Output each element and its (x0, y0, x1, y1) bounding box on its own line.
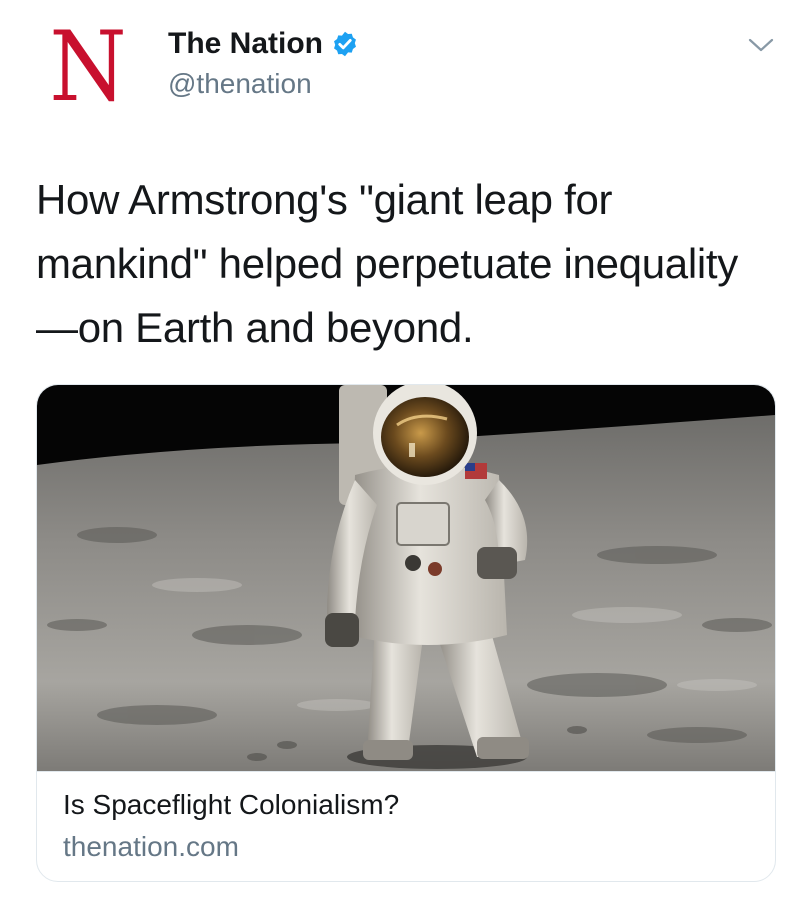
link-card[interactable]: Is Spaceflight Colonialism? thenation.co… (36, 384, 776, 882)
card-title[interactable]: Is Spaceflight Colonialism? (63, 786, 749, 824)
astronaut-on-moon-photo[interactable] (37, 385, 775, 771)
avatar-logo: N (49, 11, 127, 123)
avatar[interactable]: N (40, 11, 136, 123)
card-meta[interactable]: Is Spaceflight Colonialism? thenation.co… (37, 771, 775, 881)
handle[interactable]: @thenation (168, 68, 359, 100)
tweet-header: N The Nation @thenation (40, 11, 780, 123)
tweet-text: How Armstrong's "giant leap for mankind"… (36, 176, 738, 351)
tweet: N The Nation @thenation How Armstrong's … (0, 0, 810, 910)
card-domain: thenation.com (63, 831, 239, 862)
verified-badge-icon (334, 31, 356, 57)
chevron-down-icon[interactable] (748, 34, 774, 56)
display-name-row: The Nation (168, 24, 359, 64)
author-names: The Nation @thenation (168, 24, 359, 100)
display-name[interactable]: The Nation (168, 27, 323, 61)
